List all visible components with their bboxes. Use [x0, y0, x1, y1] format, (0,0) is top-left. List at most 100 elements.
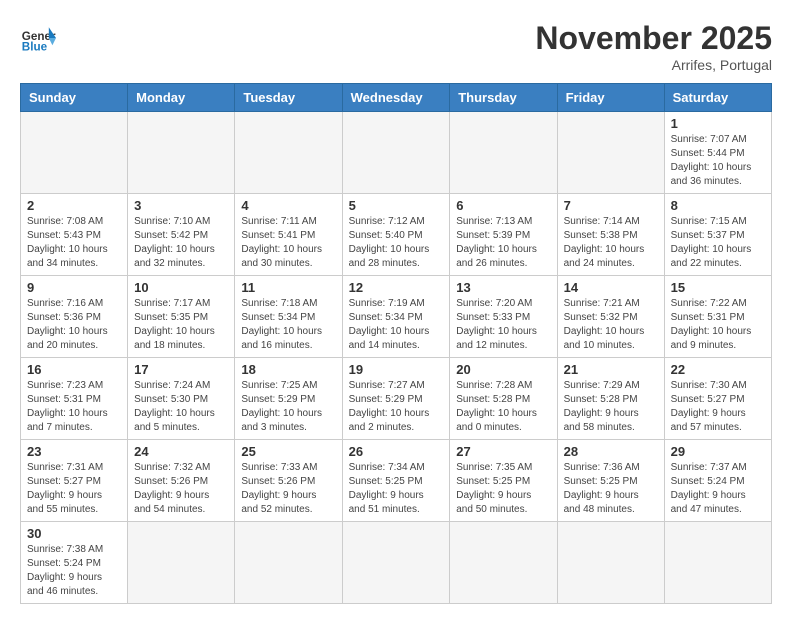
calendar-cell-2 — [128, 112, 235, 194]
calendar-cell-40 — [450, 522, 557, 604]
day-info: Sunrise: 7:37 AM Sunset: 5:24 PM Dayligh… — [671, 461, 765, 517]
calendar-cell-22: 16Sunrise: 7:23 AM Sunset: 5:31 PM Dayli… — [21, 358, 128, 440]
day-info: Sunrise: 7:11 AM Sunset: 5:41 PM Dayligh… — [241, 215, 335, 271]
calendar-cell-7: 1Sunrise: 7:07 AM Sunset: 5:44 PM Daylig… — [664, 112, 771, 194]
day-info: Sunrise: 7:10 AM Sunset: 5:42 PM Dayligh… — [134, 215, 228, 271]
day-info: Sunrise: 7:19 AM Sunset: 5:34 PM Dayligh… — [349, 297, 444, 353]
day-info: Sunrise: 7:33 AM Sunset: 5:26 PM Dayligh… — [241, 461, 335, 517]
calendar-row-4: 16Sunrise: 7:23 AM Sunset: 5:31 PM Dayli… — [21, 358, 772, 440]
day-number: 2 — [27, 198, 121, 213]
calendar-cell-12: 6 Sunrise: 7:13 AM Sunset: 5:39 PM Daylig… — [450, 194, 557, 276]
calendar-cell-26: 20Sunrise: 7:28 AM Sunset: 5:28 PM Dayli… — [450, 358, 557, 440]
day-info: Sunrise: 7:31 AM Sunset: 5:27 PM Dayligh… — [27, 461, 121, 517]
day-number: 9 — [27, 280, 121, 295]
calendar-cell-28: 22 Sunrise: 7:30 AM Sunset: 5:27 PM Dayli… — [664, 358, 771, 440]
day-number: 6 — [456, 198, 550, 213]
calendar-cell-37 — [128, 522, 235, 604]
day-info: Sunrise: 7:17 AM Sunset: 5:35 PM Dayligh… — [134, 297, 228, 353]
day-info: Sunrise: 7:14 AM Sunset: 5:38 PM Dayligh… — [564, 215, 658, 271]
calendar-cell-8: 2 Sunrise: 7:08 AM Sunset: 5:43 PM Daylig… — [21, 194, 128, 276]
calendar-cell-4 — [342, 112, 450, 194]
day-info: Sunrise: 7:13 AM Sunset: 5:39 PM Dayligh… — [456, 215, 550, 271]
weekday-header-monday: Monday — [128, 84, 235, 112]
day-number: 12 — [349, 280, 444, 295]
day-number: 13 — [456, 280, 550, 295]
weekday-header-sunday: Sunday — [21, 84, 128, 112]
day-info: Sunrise: 7:34 AM Sunset: 5:25 PM Dayligh… — [349, 461, 444, 517]
day-number: 26 — [349, 444, 444, 459]
logo-icon: General Blue — [20, 20, 56, 56]
day-info: Sunrise: 7:30 AM Sunset: 5:27 PM Dayligh… — [671, 379, 765, 435]
calendar-row-1: 1Sunrise: 7:07 AM Sunset: 5:44 PM Daylig… — [21, 112, 772, 194]
calendar-cell-20: 14 Sunrise: 7:21 AM Sunset: 5:32 PM Dayli… — [557, 276, 664, 358]
calendar-row-2: 2 Sunrise: 7:08 AM Sunset: 5:43 PM Daylig… — [21, 194, 772, 276]
day-info: Sunrise: 7:21 AM Sunset: 5:32 PM Dayligh… — [564, 297, 658, 353]
day-info: Sunrise: 7:20 AM Sunset: 5:33 PM Dayligh… — [456, 297, 550, 353]
day-number: 17 — [134, 362, 228, 377]
day-info: Sunrise: 7:24 AM Sunset: 5:30 PM Dayligh… — [134, 379, 228, 435]
logo: General Blue — [20, 20, 56, 56]
day-number: 21 — [564, 362, 658, 377]
day-number: 20 — [456, 362, 550, 377]
calendar-cell-15: 9 Sunrise: 7:16 AM Sunset: 5:36 PM Daylig… — [21, 276, 128, 358]
day-number: 3 — [134, 198, 228, 213]
calendar-cell-13: 7 Sunrise: 7:14 AM Sunset: 5:38 PM Daylig… — [557, 194, 664, 276]
day-info: Sunrise: 7:29 AM Sunset: 5:28 PM Dayligh… — [564, 379, 658, 435]
calendar-cell-34: 28 Sunrise: 7:36 AM Sunset: 5:25 PM Dayli… — [557, 440, 664, 522]
day-number: 30 — [27, 526, 121, 541]
calendar-cell-35: 29 Sunrise: 7:37 AM Sunset: 5:24 PM Dayli… — [664, 440, 771, 522]
calendar-row-5: 23Sunrise: 7:31 AM Sunset: 5:27 PM Dayli… — [21, 440, 772, 522]
month-title: November 2025 — [535, 20, 772, 57]
calendar-cell-3 — [235, 112, 342, 194]
day-number: 19 — [349, 362, 444, 377]
location: Arrifes, Portugal — [535, 57, 772, 73]
day-number: 4 — [241, 198, 335, 213]
day-number: 25 — [241, 444, 335, 459]
day-info: Sunrise: 7:16 AM Sunset: 5:36 PM Dayligh… — [27, 297, 121, 353]
calendar-cell-27: 21 Sunrise: 7:29 AM Sunset: 5:28 PM Dayli… — [557, 358, 664, 440]
calendar-cell-9: 3 Sunrise: 7:10 AM Sunset: 5:42 PM Daylig… — [128, 194, 235, 276]
day-info: Sunrise: 7:15 AM Sunset: 5:37 PM Dayligh… — [671, 215, 765, 271]
calendar-cell-19: 13 Sunrise: 7:20 AM Sunset: 5:33 PM Dayli… — [450, 276, 557, 358]
day-number: 16 — [27, 362, 121, 377]
calendar-cell-30: 24Sunrise: 7:32 AM Sunset: 5:26 PM Dayli… — [128, 440, 235, 522]
day-info: Sunrise: 7:36 AM Sunset: 5:25 PM Dayligh… — [564, 461, 658, 517]
day-number: 7 — [564, 198, 658, 213]
day-number: 27 — [456, 444, 550, 459]
day-number: 29 — [671, 444, 765, 459]
day-info: Sunrise: 7:07 AM Sunset: 5:44 PM Dayligh… — [671, 133, 765, 189]
calendar-cell-14: 8Sunrise: 7:15 AM Sunset: 5:37 PM Daylig… — [664, 194, 771, 276]
day-info: Sunrise: 7:12 AM Sunset: 5:40 PM Dayligh… — [349, 215, 444, 271]
title-section: November 2025 Arrifes, Portugal — [535, 20, 772, 73]
day-info: Sunrise: 7:35 AM Sunset: 5:25 PM Dayligh… — [456, 461, 550, 517]
calendar-cell-42 — [664, 522, 771, 604]
calendar-row-6: 30Sunrise: 7:38 AM Sunset: 5:24 PM Dayli… — [21, 522, 772, 604]
calendar-cell-6 — [557, 112, 664, 194]
day-number: 15 — [671, 280, 765, 295]
weekday-header-row: SundayMondayTuesdayWednesdayThursdayFrid… — [21, 84, 772, 112]
calendar-cell-31: 25 Sunrise: 7:33 AM Sunset: 5:26 PM Dayli… — [235, 440, 342, 522]
day-info: Sunrise: 7:22 AM Sunset: 5:31 PM Dayligh… — [671, 297, 765, 353]
calendar-cell-33: 27 Sunrise: 7:35 AM Sunset: 5:25 PM Dayli… — [450, 440, 557, 522]
day-number: 28 — [564, 444, 658, 459]
calendar-cell-10: 4 Sunrise: 7:11 AM Sunset: 5:41 PM Daylig… — [235, 194, 342, 276]
calendar-cell-17: 11Sunrise: 7:18 AM Sunset: 5:34 PM Dayli… — [235, 276, 342, 358]
weekday-header-tuesday: Tuesday — [235, 84, 342, 112]
calendar-row-3: 9 Sunrise: 7:16 AM Sunset: 5:36 PM Daylig… — [21, 276, 772, 358]
weekday-header-friday: Friday — [557, 84, 664, 112]
calendar-cell-1 — [21, 112, 128, 194]
calendar-cell-25: 19Sunrise: 7:27 AM Sunset: 5:29 PM Dayli… — [342, 358, 450, 440]
day-info: Sunrise: 7:08 AM Sunset: 5:43 PM Dayligh… — [27, 215, 121, 271]
day-info: Sunrise: 7:25 AM Sunset: 5:29 PM Dayligh… — [241, 379, 335, 435]
day-number: 22 — [671, 362, 765, 377]
day-number: 14 — [564, 280, 658, 295]
calendar-table: SundayMondayTuesdayWednesdayThursdayFrid… — [20, 83, 772, 604]
calendar-cell-5 — [450, 112, 557, 194]
svg-text:Blue: Blue — [22, 41, 48, 54]
calendar-cell-39 — [342, 522, 450, 604]
day-info: Sunrise: 7:32 AM Sunset: 5:26 PM Dayligh… — [134, 461, 228, 517]
weekday-header-thursday: Thursday — [450, 84, 557, 112]
calendar-cell-36: 30Sunrise: 7:38 AM Sunset: 5:24 PM Dayli… — [21, 522, 128, 604]
day-info: Sunrise: 7:18 AM Sunset: 5:34 PM Dayligh… — [241, 297, 335, 353]
calendar-cell-38 — [235, 522, 342, 604]
